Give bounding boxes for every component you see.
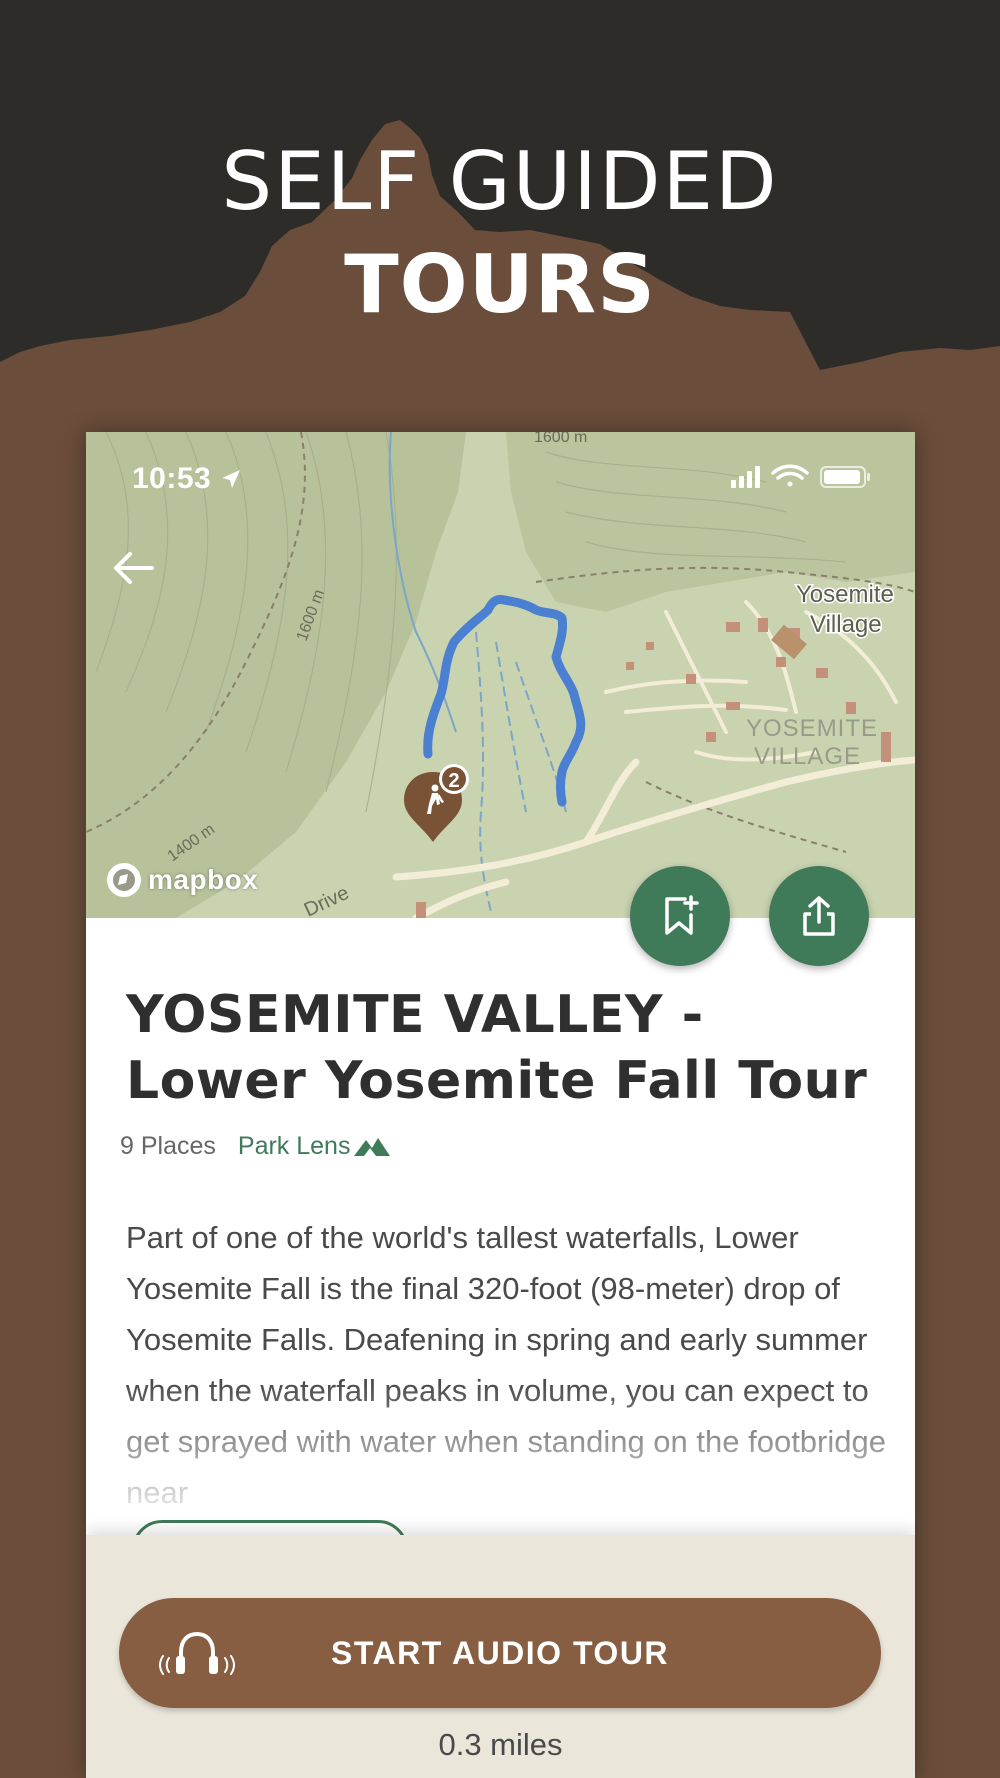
promo-title-line2: TOURS [344,238,656,331]
tour-description: Part of one of the world's tallest water… [126,1220,886,1510]
tour-title-line1: YOSEMITE VALLEY - [126,985,704,1045]
wifi-icon [771,464,809,487]
places-count: 9 Places [120,1132,216,1160]
start-audio-tour-label: START AUDIO TOUR [330,1634,670,1671]
status-time-text: 10:53 [132,462,212,495]
tour-title-line2: Lower Yosemite Fall Tour [126,1051,868,1111]
status-time: 10:53 [132,462,242,496]
marker-badge: 2 [448,770,459,792]
signal-icon [731,466,760,488]
park-lens-link[interactable]: Park Lens [238,1132,391,1161]
location-arrow-icon [222,470,241,488]
park-lens-label: Park Lens [237,1132,351,1160]
tour-title: YOSEMITE VALLEY - Lower Yosemite Fall To… [126,982,886,1114]
phone-screen: 1600 m 1600 m 1400 m Yosemite Village YO… [86,432,915,1778]
map-label-village-2: Village [810,611,882,638]
share-button[interactable] [769,866,869,966]
back-button[interactable] [108,542,160,594]
battery-icon [820,466,870,488]
start-audio-tour-button[interactable]: START AUDIO TOUR [119,1598,881,1708]
share-icon [803,896,835,936]
mountains-icon [354,1137,391,1156]
mapbox-logo-text: mapbox [148,864,259,895]
mapbox-attribution[interactable]: mapbox [104,860,258,900]
arrow-left-icon [114,552,154,584]
mapbox-logo-icon [107,863,141,897]
status-icons [731,462,881,497]
save-tour-button[interactable] [630,866,730,966]
tour-distance: 0.3 miles [438,1727,563,1762]
map-label-elevation-top: 1600 m [534,432,587,446]
promo-title-line1: SELF GUIDED [221,135,779,228]
bottom-action-panel: START AUDIO TOUR 0.3 miles [86,1535,915,1778]
map-label-village-caps-2: VILLAGE [754,743,861,770]
bookmark-add-icon [665,895,699,935]
map-label-village-1: Yosemite [796,581,894,608]
headphones-icon [159,1631,235,1675]
tour-meta: 9 Places Park Lens [120,1132,391,1161]
trail-map[interactable]: 1600 m 1600 m 1400 m Yosemite Village YO… [86,432,915,918]
map-label-village-caps-1: YOSEMITE [746,715,878,742]
